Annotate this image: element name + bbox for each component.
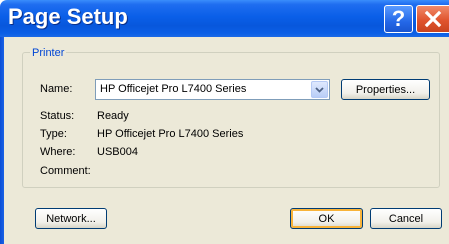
printer-name-select[interactable]: HP Officejet Pro L7400 Series — [95, 79, 330, 100]
name-label: Name: — [40, 83, 73, 95]
type-label: Type: — [40, 128, 67, 140]
status-label: Status: — [40, 110, 75, 122]
type-value: HP Officejet Pro L7400 Series — [97, 128, 244, 140]
help-icon: ? — [391, 6, 406, 31]
comment-label: Comment: — [40, 165, 91, 177]
help-button[interactable]: ? — [384, 5, 413, 33]
printer-name-value: HP Officejet Pro L7400 Series — [100, 83, 247, 95]
title-bar[interactable]: Page Setup ? — [0, 0, 449, 37]
network-button[interactable]: Network... — [35, 208, 107, 229]
page-setup-dialog: Page Setup ? Printer Name: HP Officejet … — [0, 0, 449, 244]
window-title: Page Setup — [8, 4, 128, 29]
dropdown-button[interactable] — [311, 81, 328, 98]
status-value: Ready — [97, 110, 129, 122]
cancel-button[interactable]: Cancel — [370, 208, 442, 229]
printer-group-label: Printer — [30, 47, 67, 59]
where-value: USB004 — [97, 146, 138, 158]
properties-button[interactable]: Properties... — [341, 79, 430, 100]
chevron-down-icon — [315, 87, 324, 93]
close-button[interactable] — [416, 5, 449, 33]
ok-button[interactable]: OK — [290, 208, 363, 229]
where-label: Where: — [40, 146, 76, 158]
close-icon — [424, 10, 442, 28]
